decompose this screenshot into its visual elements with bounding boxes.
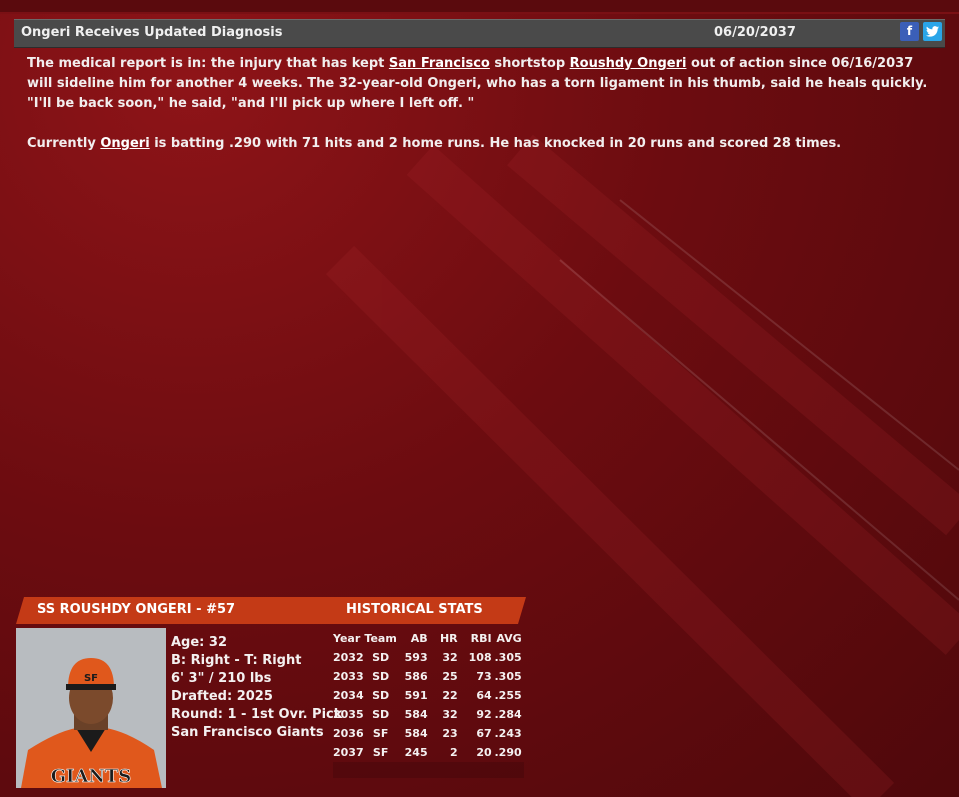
news-date: 06/20/2037 — [714, 25, 796, 40]
historical-stats-table: Year Team AB HR RBI AVG 2032 SD 593 32 1… — [333, 629, 522, 762]
player-link[interactable]: Ongeri — [100, 136, 149, 151]
col-hr-header: HR — [439, 632, 458, 645]
stats-row: 2033 SD 586 25 73 .305 — [333, 667, 522, 686]
stats-header-row: Year Team AB HR RBI AVG — [333, 629, 522, 648]
news-headline: Ongeri Receives Updated Diagnosis — [21, 25, 283, 40]
col-year-header: Year — [333, 632, 361, 645]
player-portrait-image: SF GIANTS — [16, 628, 166, 788]
player-name[interactable]: SS ROUSHDY ONGERI - #57 — [37, 602, 235, 617]
stat-cell: 2032 — [333, 651, 364, 664]
article-text: shortstop — [489, 56, 570, 71]
player-team-link[interactable]: San Francisco Giants — [171, 724, 342, 742]
historical-stats-title: HISTORICAL STATS — [346, 602, 483, 617]
player-bio: Age: 32 B: Right - T: Right 6' 3" / 210 … — [171, 634, 342, 742]
stat-cell: 32 — [442, 708, 458, 721]
article-text: The medical report is in: the injury tha… — [27, 56, 389, 71]
stats-row: 2036 SF 584 23 67 .243 — [333, 724, 522, 743]
article-paragraph: Currently Ongeri is batting .290 with 71… — [27, 134, 932, 154]
stat-cell: SF — [372, 746, 389, 759]
stat-cell: 25 — [442, 670, 458, 683]
stat-cell: SD — [372, 689, 390, 702]
stat-cell: SD — [372, 708, 390, 721]
stats-row: 2034 SD 591 22 64 .255 — [333, 686, 522, 705]
stats-row: 2035 SD 584 32 92 .284 — [333, 705, 522, 724]
stat-cell: 23 — [442, 727, 458, 740]
stat-cell: SD — [372, 670, 390, 683]
cap-logo: SF — [84, 673, 98, 684]
stat-cell: 32 — [442, 651, 458, 664]
stats-row: 2037 SF 245 2 20 .290 — [333, 743, 522, 762]
stat-cell: 2036 — [333, 727, 364, 740]
stat-cell: 73 — [476, 670, 492, 683]
stat-cell: 2035 — [333, 708, 364, 721]
stat-cell: 2037 — [333, 746, 364, 759]
player-link[interactable]: Roushdy Ongeri — [570, 56, 687, 71]
col-avg-header: AVG — [496, 632, 522, 645]
player-bats-throws: B: Right - T: Right — [171, 653, 302, 668]
player-photo: SF GIANTS — [16, 628, 166, 788]
stats-footer-shade — [333, 762, 524, 778]
article-paragraph: The medical report is in: the injury tha… — [27, 54, 932, 114]
stat-cell: SD — [372, 651, 390, 664]
stat-cell: SF — [372, 727, 389, 740]
stat-cell: 2034 — [333, 689, 364, 702]
stat-cell: 67 — [476, 727, 492, 740]
jersey-text: GIANTS — [51, 766, 132, 787]
stat-cell: 584 — [404, 708, 428, 721]
facebook-share-button[interactable]: f — [900, 22, 919, 41]
stat-cell: 2 — [449, 746, 458, 759]
col-team-header: Team — [364, 632, 397, 645]
article-text: Currently — [27, 136, 101, 151]
news-header-bar: Ongeri Receives Updated Diagnosis 06/20/… — [14, 19, 945, 48]
stat-cell: 586 — [404, 670, 428, 683]
stat-cell: .255 — [494, 689, 522, 702]
stats-row: 2032 SD 593 32 108 .305 — [333, 648, 522, 667]
stat-cell: 108 — [468, 651, 492, 664]
player-drafted: Drafted: 2025 — [171, 689, 273, 704]
twitter-share-button[interactable] — [923, 22, 942, 41]
article-text: is batting .290 with 71 hits and 2 home … — [149, 136, 842, 151]
news-article: The medical report is in: the injury tha… — [27, 54, 932, 174]
stat-cell: 593 — [404, 651, 428, 664]
stat-cell: 591 — [404, 689, 428, 702]
stat-cell: .305 — [494, 651, 522, 664]
player-draft-round: Round: 1 - 1st Ovr. Pick — [171, 707, 343, 722]
top-rule — [0, 0, 959, 14]
player-size: 6' 3" / 210 lbs — [171, 671, 272, 686]
stat-cell: 92 — [476, 708, 492, 721]
player-age: Age: 32 — [171, 635, 227, 650]
team-link[interactable]: San Francisco — [389, 56, 490, 71]
facebook-icon: f — [906, 24, 913, 38]
stat-cell: .305 — [494, 670, 522, 683]
stat-cell: 64 — [476, 689, 492, 702]
stat-cell: 20 — [476, 746, 492, 759]
stat-cell: 2033 — [333, 670, 364, 683]
player-banner: SS ROUSHDY ONGERI - #57 HISTORICAL STATS — [16, 597, 526, 624]
col-ab-header: AB — [410, 632, 428, 645]
stat-cell: 22 — [442, 689, 458, 702]
stat-cell: .243 — [494, 727, 522, 740]
stat-cell: .284 — [494, 708, 522, 721]
twitter-icon — [926, 26, 939, 37]
stat-cell: 584 — [404, 727, 428, 740]
stat-cell: 245 — [404, 746, 428, 759]
col-rbi-header: RBI — [470, 632, 492, 645]
stat-cell: .290 — [494, 746, 522, 759]
